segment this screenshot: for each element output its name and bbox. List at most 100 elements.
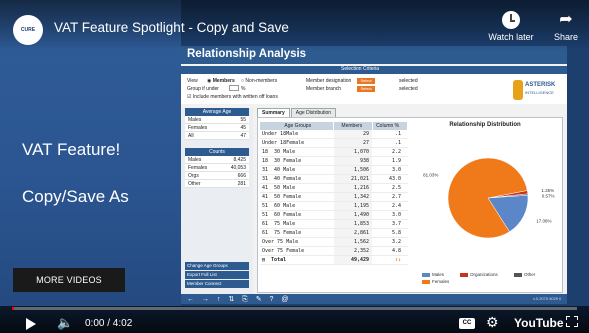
header-column-pct: Column % — [373, 122, 407, 130]
group-input[interactable] — [229, 85, 239, 91]
table-row: 18 30 Female 938 1.9 — [260, 157, 408, 166]
pie-label-females: 81.03% — [423, 173, 438, 178]
age-group-cell: Under 18Female — [262, 140, 305, 146]
table-row: 61 75 Female 2,861 5.8 — [260, 229, 408, 238]
members-cell: 1,853 — [334, 220, 372, 228]
column-pct-cell: 2.4 — [391, 203, 401, 209]
column-pct-cell: 3.0 — [391, 212, 401, 218]
channel-avatar[interactable]: CURE — [13, 15, 43, 45]
export-full-list-link[interactable]: Export Full List — [185, 271, 249, 279]
chart-title: Relationship Distribution — [449, 122, 521, 128]
footer-version: v.0.2070.5029 ll — [533, 296, 561, 301]
share-button[interactable]: ➦ Share — [546, 11, 586, 42]
age-group-cell: 51 60 Female — [262, 212, 302, 218]
counts-key: Other — [188, 181, 201, 187]
age-group-cell: 61 75 Male — [262, 221, 296, 227]
age-group-cell: 51 60 Male — [262, 203, 296, 209]
counts-row: Other 281 — [185, 180, 249, 188]
footer-nav-icons[interactable]: ← → ↑ ⇅ ⎘ ✎ ? @ — [187, 295, 291, 304]
counts-key: Orgs — [188, 173, 199, 179]
share-label: Share — [553, 32, 579, 42]
clock-icon — [502, 11, 520, 29]
members-cell: 21,021 — [334, 175, 372, 183]
volume-icon[interactable]: 🔈 — [57, 315, 73, 331]
legend-label: Other — [524, 272, 536, 277]
video-player[interactable]: VAT Feature! Copy/Save As MORE VIDEOS Re… — [0, 0, 589, 333]
legend-swatch — [422, 279, 430, 284]
captions-icon[interactable]: CC — [459, 318, 475, 329]
watch-later-button[interactable]: Watch later — [481, 11, 541, 42]
age-group-cell: 31 40 Female — [262, 176, 302, 182]
more-videos-button[interactable]: MORE VIDEOS — [13, 268, 125, 292]
play-icon[interactable] — [26, 318, 36, 330]
include-checkbox-label[interactable]: ☑ Include members with written off loans — [187, 94, 278, 100]
column-pct-cell: 2.7 — [391, 194, 401, 200]
column-pct-cell: .1 — [394, 131, 401, 137]
members-cell: 938 — [334, 157, 372, 165]
column-pct-cell: 43.0 — [388, 176, 401, 182]
table-row: 31 40 Male 1,506 3.0 — [260, 166, 408, 175]
legend-swatch — [460, 272, 468, 277]
column-pct-cell: 3.2 — [391, 239, 401, 245]
tab-age-distribution[interactable]: Age Distribution — [290, 108, 337, 117]
video-title[interactable]: VAT Feature Spotlight - Copy and Save — [54, 20, 289, 35]
table-row: 61 75 Male 1,853 3.7 — [260, 220, 408, 229]
members-cell: 1,070 — [334, 148, 372, 156]
age-group-cell: 18 30 Female — [262, 158, 302, 164]
sort-arrows-icon[interactable]: ↑↓ — [372, 256, 406, 264]
designation-select-button[interactable]: Select — [357, 78, 375, 84]
criteria-title: Selection Criteria — [341, 66, 380, 72]
asterisk-logo: ASTERISK INTELLIGENCE — [513, 80, 563, 104]
counts-value: 666 — [237, 173, 246, 179]
counts-table: Males 8,425 Females 40,053 Orgs 666 Other 28… — [185, 156, 249, 188]
age-group-cell: 31 40 Male — [262, 167, 296, 173]
member-connect-link[interactable]: Member Connect — [185, 280, 249, 288]
counts-key: Females — [188, 165, 208, 171]
channel-logo-text: CURE — [20, 27, 36, 33]
pie-chart: 1.35%0.57%17.06%81.03% — [423, 157, 555, 239]
youtube-logo[interactable]: YouTube — [514, 316, 564, 330]
fullscreen-icon[interactable] — [566, 316, 578, 327]
total-label-text: Total — [271, 257, 287, 263]
column-pct-cell: 2.5 — [391, 185, 401, 191]
print-icon[interactable]: ▤ — [262, 257, 265, 263]
table-row: Over 75 Male 1,562 3.2 — [260, 238, 408, 247]
members-cell: 1,216 — [334, 184, 372, 192]
counts-value: 8,425 — [233, 157, 246, 163]
change-age-groups-link[interactable]: Change Age Groups — [185, 262, 249, 270]
view-radio-members[interactable]: ◉ Members — [207, 78, 235, 84]
branch-select-button[interactable]: Select — [357, 86, 375, 92]
progress-bar[interactable] — [12, 307, 577, 310]
column-pct-cell: 4.8 — [391, 248, 401, 254]
time-display: 0:00 / 4:02 — [85, 318, 133, 329]
table-row: 51 60 Male 1,195 2.4 — [260, 202, 408, 211]
column-pct-cell: 2.2 — [391, 149, 401, 155]
legend-swatch — [422, 272, 430, 277]
counts-row: Females 40,053 — [185, 164, 249, 172]
column-pct-cell: 1.9 — [391, 158, 401, 164]
total-label: ▤ Total — [260, 256, 334, 264]
age-group-cell: Under 18Male — [262, 131, 299, 137]
total-value: 49,429 — [334, 256, 372, 264]
table-total-row: ▤ Total 49,429 ↑↓ — [260, 256, 408, 265]
table-row: Under 18Male 29 .1 — [260, 130, 408, 139]
group-unit: % — [241, 86, 246, 92]
view-radio-nonmembers[interactable]: ○ Non-members — [241, 78, 277, 84]
pie-label-other: 0.57% — [542, 193, 555, 198]
header-age-groups: Age Groups — [260, 122, 334, 130]
tab-summary[interactable]: Summary — [257, 108, 290, 117]
avg-age-key: Females — [188, 125, 208, 131]
legend-other: Other — [514, 272, 535, 277]
members-cell: 1,490 — [334, 211, 372, 219]
asterisk-logo-icon — [513, 80, 523, 100]
legend-label: Organizations — [470, 272, 498, 277]
panel-title: VAT Feature! — [22, 140, 121, 159]
column-pct-cell: 5.8 — [391, 230, 401, 236]
table-body: Under 18Male 29 .1 Under 18Female 27 .1 18 30 … — [260, 130, 408, 256]
criteria-area: View ◉ Members ○ Non-members Group if un… — [181, 74, 567, 104]
group-label: Group if under — [187, 86, 219, 92]
gear-icon[interactable]: ⚙ — [486, 314, 499, 331]
members-cell: 1,562 — [334, 238, 372, 246]
avg-age-row: Females 45 — [185, 124, 249, 132]
members-cell: 27 — [334, 139, 372, 147]
